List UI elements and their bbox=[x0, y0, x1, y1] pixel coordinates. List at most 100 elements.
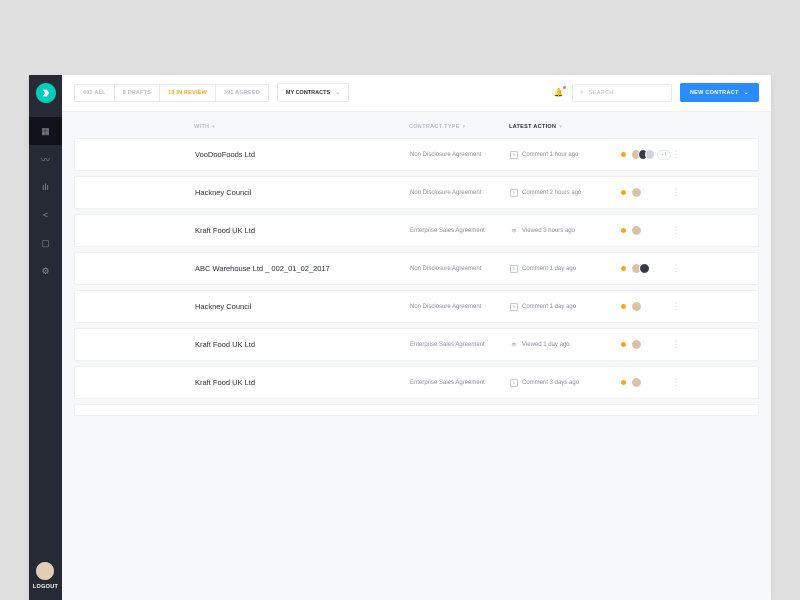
doc-icon: ▢ bbox=[41, 238, 50, 249]
table-row[interactable] bbox=[74, 404, 759, 416]
nav-docs[interactable]: ▢ bbox=[29, 229, 62, 257]
latest-action: ≡Comment 3 days ago bbox=[510, 379, 615, 387]
collaborator-avatar bbox=[639, 263, 650, 274]
table-row[interactable]: Hackney CouncilNon Disclosure Agreement≡… bbox=[74, 176, 759, 209]
contract-name: Kraft Food UK Ltd bbox=[195, 378, 410, 387]
header-with[interactable]: WITH▾ bbox=[194, 124, 409, 130]
latest-action: 👁Viewed 1 day ago bbox=[510, 341, 615, 349]
comment-icon: ≡ bbox=[510, 189, 518, 197]
contract-type: Non Disclosure Agreement bbox=[410, 266, 510, 272]
status-dot bbox=[621, 152, 626, 157]
more-avatars[interactable]: +1 bbox=[657, 150, 671, 160]
avatars bbox=[631, 225, 671, 236]
contract-name: ABC Warehouse Ltd _ 002_01_02_2017 bbox=[195, 264, 410, 273]
row-menu[interactable]: ⋮ bbox=[671, 188, 681, 197]
my-contracts-dropdown[interactable]: MY CONTRACTS ⌄ bbox=[277, 83, 349, 102]
row-menu[interactable]: ⋮ bbox=[671, 340, 681, 349]
table-row[interactable]: Hackney CouncilNon Disclosure Agreement≡… bbox=[74, 290, 759, 323]
contract-name: Kraft Food UK Ltd bbox=[195, 340, 410, 349]
sort-icon: ▾ bbox=[463, 124, 466, 130]
main: 403 ALL 8 DRAFTS 19 IN REVIEW 391 AGREED… bbox=[62, 75, 771, 600]
sidebar: ▦ 〰 ılı < ▢ ⚙ LOGOUT bbox=[29, 75, 62, 600]
logout-button[interactable]: LOGOUT bbox=[33, 584, 58, 590]
contract-type: Non Disclosure Agreement bbox=[410, 190, 510, 196]
status bbox=[615, 228, 631, 233]
contract-type: Enterprise Sales Agreement bbox=[410, 228, 510, 234]
avatars bbox=[631, 339, 671, 350]
table-row[interactable]: Kraft Food UK LtdEnterprise Sales Agreem… bbox=[74, 328, 759, 361]
app-window: ▦ 〰 ılı < ▢ ⚙ LOGOUT 403 ALL 8 DRAFTS 19… bbox=[29, 75, 771, 600]
status bbox=[615, 190, 631, 195]
status-dot bbox=[621, 380, 626, 385]
tab-in-review[interactable]: 19 IN REVIEW bbox=[160, 85, 216, 101]
avatars: +1 bbox=[631, 149, 671, 160]
avatar[interactable] bbox=[36, 562, 54, 580]
logo[interactable] bbox=[36, 83, 56, 103]
status bbox=[615, 152, 631, 157]
table-row[interactable]: Kraft Food UK LtdEnterprise Sales Agreem… bbox=[74, 214, 759, 247]
row-menu[interactable]: ⋮ bbox=[671, 302, 681, 311]
collaborator-avatar bbox=[631, 339, 642, 350]
eye-icon: 👁 bbox=[510, 227, 518, 235]
topbar: 403 ALL 8 DRAFTS 19 IN REVIEW 391 AGREED… bbox=[62, 75, 771, 112]
status bbox=[615, 380, 631, 385]
status bbox=[615, 266, 631, 271]
contract-name: VooDooFoods Ltd bbox=[195, 150, 410, 159]
collaborator-avatar bbox=[631, 225, 642, 236]
contract-type: Enterprise Sales Agreement bbox=[410, 342, 510, 348]
header-action[interactable]: LATEST ACTION▾ bbox=[509, 124, 749, 130]
contract-list: VooDooFoods LtdNon Disclosure Agreement≡… bbox=[74, 138, 759, 416]
table-row[interactable]: Kraft Food UK LtdEnterprise Sales Agreem… bbox=[74, 366, 759, 399]
avatars bbox=[631, 377, 671, 388]
chevron-down-icon: ⌄ bbox=[744, 89, 749, 96]
latest-action: ≡Comment 1 day ago bbox=[510, 265, 615, 273]
filter-tabs: 403 ALL 8 DRAFTS 19 IN REVIEW 391 AGREED bbox=[74, 84, 269, 102]
comment-icon: ≡ bbox=[510, 265, 518, 273]
status-dot bbox=[621, 228, 626, 233]
collaborator-avatar bbox=[631, 301, 642, 312]
latest-action: 👁Viewed 3 hours ago bbox=[510, 227, 615, 235]
nav-activity[interactable]: 〰 bbox=[29, 145, 62, 173]
gear-icon: ⚙ bbox=[41, 266, 49, 277]
contract-name: Kraft Food UK Ltd bbox=[195, 226, 410, 235]
table-row[interactable]: ABC Warehouse Ltd _ 002_01_02_2017Non Di… bbox=[74, 252, 759, 285]
row-menu[interactable]: ⋮ bbox=[671, 378, 681, 387]
contract-type: Non Disclosure Agreement bbox=[410, 152, 510, 158]
bars-icon: ılı bbox=[42, 182, 49, 192]
new-contract-button[interactable]: NEW CONTRACT ⌄ bbox=[680, 83, 759, 102]
contract-type: Non Disclosure Agreement bbox=[410, 304, 510, 310]
comment-icon: ≡ bbox=[510, 379, 518, 387]
status-dot bbox=[621, 304, 626, 309]
grid-icon: ▦ bbox=[41, 126, 50, 137]
avatars bbox=[631, 263, 671, 274]
header-type[interactable]: CONTRACT TYPE▾ bbox=[409, 124, 509, 130]
row-menu[interactable]: ⋮ bbox=[671, 226, 681, 235]
chevron-down-icon: ⌄ bbox=[335, 89, 340, 96]
nav-reports[interactable]: ılı bbox=[29, 173, 62, 201]
row-menu[interactable]: ⋮ bbox=[671, 264, 681, 273]
nav-share[interactable]: < bbox=[29, 201, 62, 229]
nav-grid[interactable]: ▦ bbox=[29, 117, 62, 145]
nav-settings[interactable]: ⚙ bbox=[29, 257, 62, 285]
status-dot bbox=[621, 266, 626, 271]
status-dot bbox=[621, 342, 626, 347]
collaborator-avatar bbox=[631, 187, 642, 198]
avatars bbox=[631, 301, 671, 312]
latest-action: ≡Comment 2 hours ago bbox=[510, 189, 615, 197]
tab-agreed[interactable]: 391 AGREED bbox=[216, 85, 268, 101]
notifications-icon[interactable]: 🔔 bbox=[554, 88, 564, 97]
contract-type: Enterprise Sales Agreement bbox=[410, 380, 510, 386]
contract-name: Hackney Council bbox=[195, 188, 410, 197]
tab-drafts[interactable]: 8 DRAFTS bbox=[115, 85, 161, 101]
row-menu[interactable]: ⋮ bbox=[671, 150, 681, 159]
sort-icon: ▾ bbox=[559, 124, 562, 130]
search-input[interactable] bbox=[589, 90, 664, 96]
tab-all[interactable]: 403 ALL bbox=[75, 85, 115, 101]
table-row[interactable]: VooDooFoods LtdNon Disclosure Agreement≡… bbox=[74, 138, 759, 171]
comment-icon: ≡ bbox=[510, 303, 518, 311]
status bbox=[615, 342, 631, 347]
search-box[interactable]: ⌕ bbox=[572, 84, 672, 102]
sidebar-bottom: LOGOUT bbox=[33, 562, 58, 590]
contract-name: Hackney Council bbox=[195, 302, 410, 311]
status bbox=[615, 304, 631, 309]
